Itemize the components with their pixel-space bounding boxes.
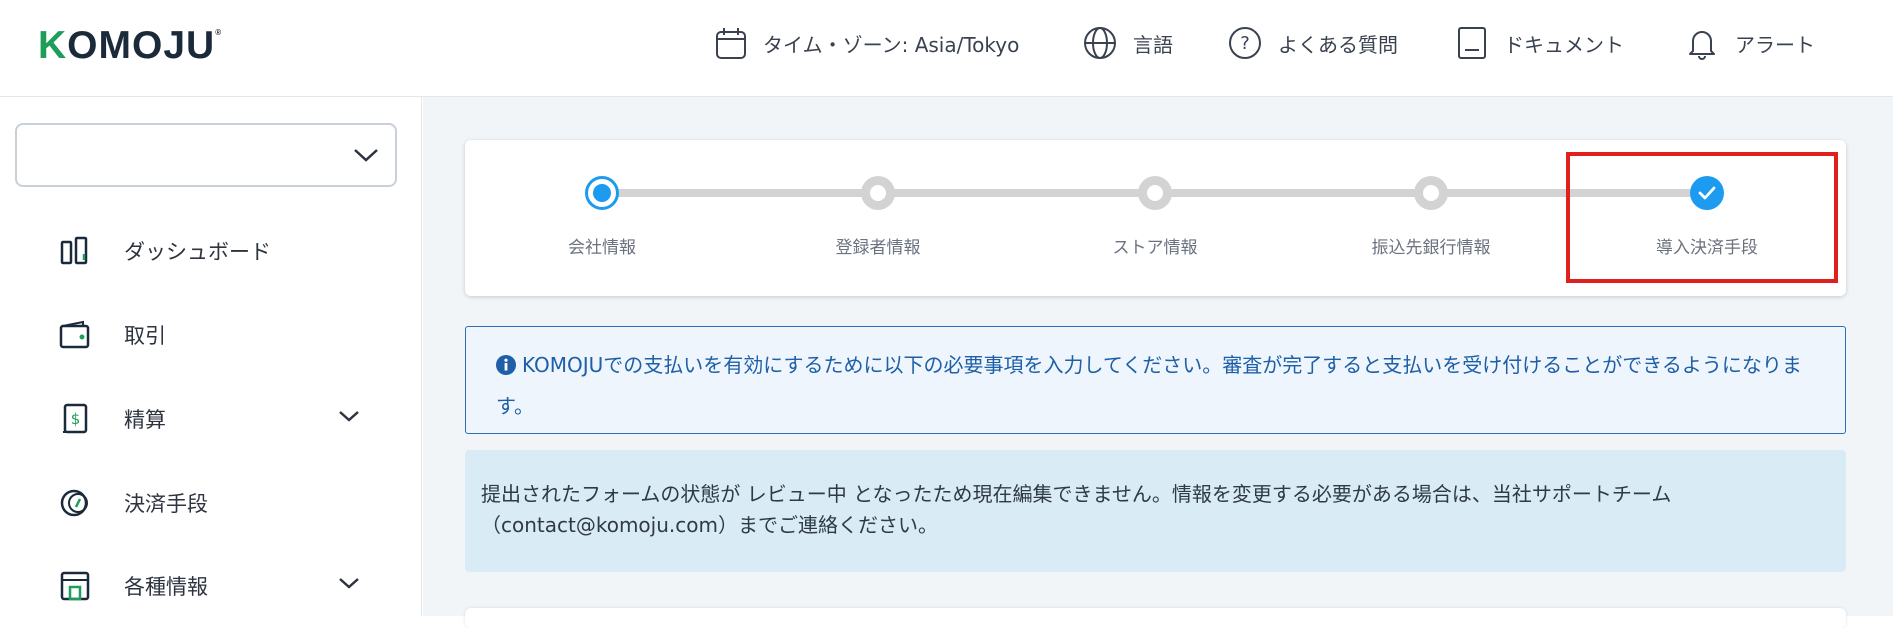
- step-marker-store[interactable]: [1138, 176, 1172, 210]
- notice-line-2: （contact@komoju.com）までご連絡ください。: [481, 513, 938, 537]
- sidebar-item-label: 取引: [124, 324, 166, 348]
- payment-method-icon: [58, 486, 92, 520]
- step-marker-registrant[interactable]: [861, 176, 895, 210]
- documents-label: ドキュメント: [1504, 32, 1624, 57]
- svg-text:$: $: [71, 410, 81, 428]
- komoju-logo[interactable]: KOMOJU®: [38, 24, 222, 68]
- sidebar-item-label: 精算: [124, 408, 166, 432]
- top-bar: KOMOJU® タイム・ゾーン: Asia/Tokyo 言語 ? よくある質問 …: [0, 0, 1893, 97]
- sidebar-item-label: 各種情報: [124, 575, 208, 599]
- alerts-label: アラート: [1735, 32, 1815, 57]
- dashboard-icon: [58, 234, 92, 268]
- chevron-down-icon: [339, 578, 359, 589]
- sidebar-item-dashboard[interactable]: ダッシュボード: [58, 231, 368, 271]
- sidebar-item-label: 決済手段: [124, 492, 208, 516]
- documents-button[interactable]: ドキュメント: [1456, 23, 1624, 63]
- faq-button[interactable]: ? よくある質問: [1228, 23, 1398, 63]
- settlement-icon: $: [58, 402, 92, 436]
- notice-line-1: 提出されたフォームの状態が レビュー中 となったため現在編集できません。情報を変…: [481, 482, 1672, 506]
- sidebar-item-payment-methods[interactable]: 決済手段: [58, 483, 368, 523]
- step-label-store[interactable]: ストア情報: [1055, 233, 1255, 258]
- document-icon: [1458, 27, 1486, 59]
- account-select[interactable]: [15, 123, 397, 187]
- chevron-down-icon: [354, 149, 378, 162]
- wallet-icon: [58, 318, 92, 352]
- info-message: KOMOJUでの支払いを有効にするために以下の必要事項を入力してください。審査が…: [496, 353, 1802, 418]
- faq-label: よくある質問: [1278, 32, 1398, 57]
- sidebar-item-label: ダッシュボード: [124, 240, 271, 264]
- store-icon: [58, 569, 92, 603]
- alerts-button[interactable]: アラート: [1685, 23, 1815, 63]
- calendar-icon: [716, 28, 746, 59]
- info-alert: KOMOJUでの支払いを有効にするために以下の必要事項を入力してください。審査が…: [465, 326, 1846, 434]
- highlight-box: [1566, 152, 1838, 283]
- timezone-button[interactable]: タイム・ゾーン: Asia/Tokyo: [715, 23, 1019, 63]
- sidebar-item-transactions[interactable]: 取引: [58, 315, 368, 355]
- chevron-down-icon: [339, 411, 359, 422]
- language-button[interactable]: 言語: [1083, 23, 1173, 63]
- step-label-company[interactable]: 会社情報: [502, 233, 702, 258]
- globe-icon: [1084, 27, 1116, 59]
- bell-icon: [1689, 31, 1715, 60]
- form-card: [465, 608, 1846, 628]
- sidebar-item-settlement[interactable]: $ 精算: [58, 399, 368, 439]
- review-notice: 提出されたフォームの状態が レビュー中 となったため現在編集できません。情報を変…: [465, 450, 1846, 572]
- svg-text:?: ?: [1240, 33, 1250, 54]
- language-label: 言語: [1133, 32, 1173, 57]
- question-icon: ?: [1229, 27, 1261, 59]
- sidebar: ダッシュボード 取引 $ 精算 決済手段 各種情報: [0, 97, 422, 616]
- step-label-registrant[interactable]: 登録者情報: [778, 233, 978, 258]
- step-label-bank[interactable]: 振込先銀行情報: [1331, 233, 1531, 258]
- step-marker-bank[interactable]: [1414, 176, 1448, 210]
- sidebar-item-information[interactable]: 各種情報: [58, 566, 368, 606]
- step-marker-company[interactable]: [585, 176, 619, 210]
- timezone-label: タイム・ゾーン: Asia/Tokyo: [763, 32, 1020, 57]
- info-icon: [496, 354, 516, 375]
